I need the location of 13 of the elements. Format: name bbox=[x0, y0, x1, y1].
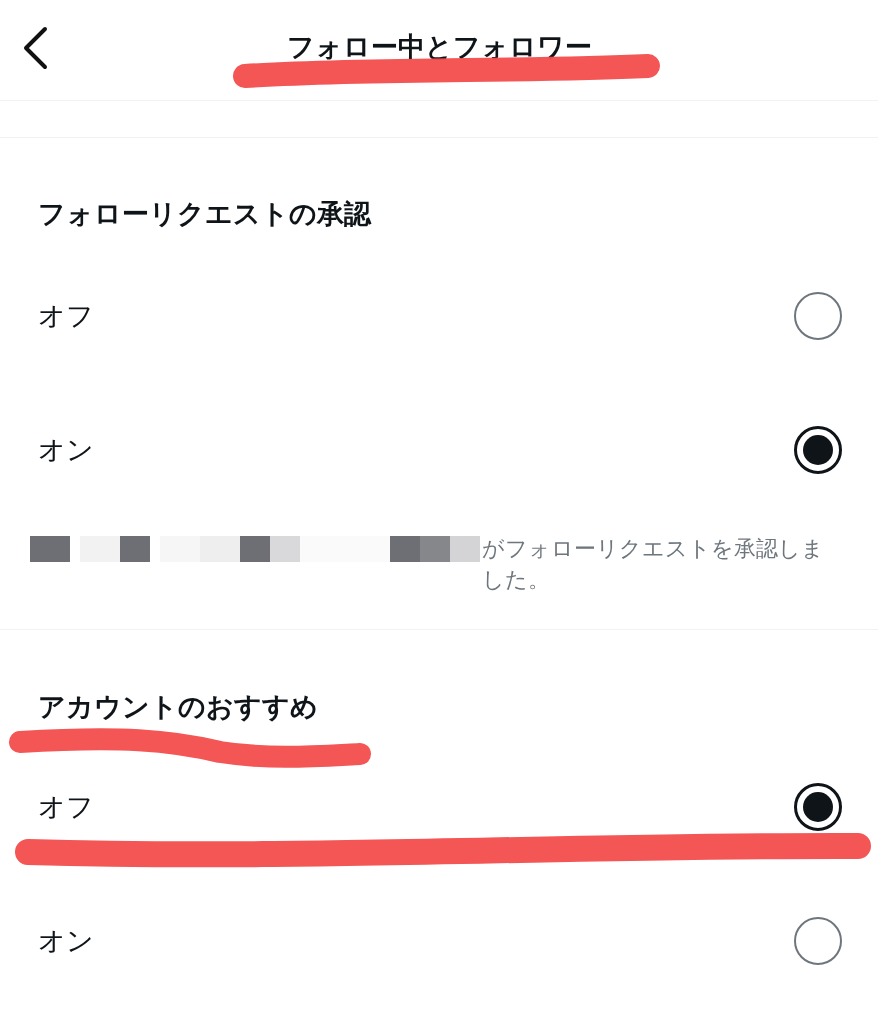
back-icon[interactable] bbox=[22, 26, 48, 70]
radio-button[interactable] bbox=[794, 917, 842, 965]
note-text: がフォローリクエストを承認しました。 bbox=[482, 535, 825, 594]
radio-button[interactable] bbox=[794, 426, 842, 474]
radio-button[interactable] bbox=[794, 292, 842, 340]
section-title: アカウントのおすすめ bbox=[37, 690, 319, 724]
radio-button[interactable] bbox=[794, 783, 842, 831]
option-row[interactable]: オン bbox=[0, 874, 878, 1008]
option-row[interactable]: オフ bbox=[0, 740, 878, 874]
section-title: フォローリクエストの承認 bbox=[37, 197, 373, 231]
option-row[interactable]: オフ bbox=[0, 249, 878, 383]
option-row[interactable]: オン bbox=[0, 383, 878, 517]
screen-title: フォロー中とフォロワー bbox=[286, 30, 592, 64]
